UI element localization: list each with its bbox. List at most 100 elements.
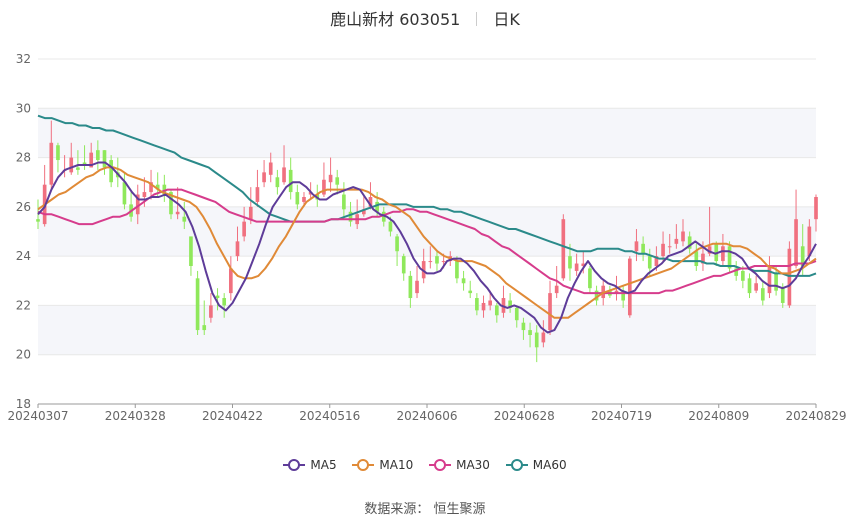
candle-body bbox=[195, 278, 200, 331]
candle-body bbox=[574, 263, 579, 271]
candle-body bbox=[468, 290, 473, 294]
candle-body bbox=[342, 194, 346, 210]
candle-body bbox=[780, 288, 785, 303]
candle-body bbox=[182, 216, 187, 222]
candle bbox=[328, 157, 333, 193]
candle bbox=[229, 256, 233, 301]
candle-body bbox=[747, 278, 752, 294]
x-tick-label: 20240809 bbox=[688, 409, 749, 423]
y-tick-label: 28 bbox=[16, 151, 31, 165]
candle-body bbox=[461, 278, 466, 284]
candle-body bbox=[435, 256, 439, 264]
candle bbox=[195, 270, 200, 335]
candle-body bbox=[741, 270, 745, 281]
legend-label-ma30: MA30 bbox=[456, 458, 490, 472]
candle-body bbox=[328, 174, 333, 183]
candle-body bbox=[215, 295, 220, 299]
candle bbox=[621, 285, 625, 308]
candle-body bbox=[548, 293, 552, 331]
candle-body bbox=[395, 236, 399, 252]
candle bbox=[461, 270, 466, 291]
kline-chart[interactable]: 1820222426283032 20240307 20240328 2024042… bbox=[0, 0, 850, 450]
legend-item-ma5[interactable]: MA5 bbox=[283, 458, 337, 472]
candle-body bbox=[401, 256, 406, 274]
legend-label-ma10: MA10 bbox=[379, 458, 414, 472]
candle bbox=[275, 169, 280, 195]
candle bbox=[189, 236, 193, 276]
candle-body bbox=[235, 241, 240, 257]
legend-marker-ma60 bbox=[505, 459, 528, 471]
candle-body bbox=[667, 246, 672, 248]
candle bbox=[56, 142, 60, 173]
candle-body bbox=[661, 243, 665, 257]
candle bbox=[408, 270, 413, 308]
candle-body bbox=[794, 219, 798, 266]
candle-body bbox=[56, 145, 60, 161]
candle-body bbox=[455, 261, 459, 279]
candle-body bbox=[175, 211, 180, 215]
candle bbox=[255, 169, 260, 207]
candle-body bbox=[262, 172, 266, 183]
grid-band bbox=[38, 108, 816, 158]
candle-body bbox=[814, 197, 818, 220]
candle bbox=[415, 266, 419, 299]
y-tick-label: 22 bbox=[16, 298, 31, 312]
candle bbox=[574, 253, 579, 276]
candle-body bbox=[109, 160, 113, 183]
legend-item-ma10[interactable]: MA10 bbox=[352, 458, 413, 472]
candle-body bbox=[209, 305, 213, 318]
candle-body bbox=[408, 275, 413, 299]
candle-body bbox=[36, 219, 40, 222]
candle-body bbox=[69, 157, 74, 173]
candle bbox=[162, 174, 167, 202]
candle-body bbox=[568, 256, 572, 269]
candle-body bbox=[554, 285, 559, 294]
candle bbox=[401, 253, 406, 281]
legend-label-ma5: MA5 bbox=[310, 458, 337, 472]
candle-body bbox=[49, 142, 54, 185]
candle bbox=[335, 169, 340, 195]
y-tick-label: 24 bbox=[16, 249, 31, 263]
candle-body bbox=[641, 243, 645, 254]
candle-body bbox=[634, 241, 639, 252]
candle-body bbox=[787, 248, 792, 306]
legend-item-ma30[interactable]: MA30 bbox=[429, 458, 490, 472]
candle-body bbox=[268, 162, 273, 175]
candle-body bbox=[475, 298, 479, 311]
candle-body bbox=[255, 187, 260, 202]
candle bbox=[122, 172, 127, 210]
candle bbox=[109, 155, 113, 188]
candle bbox=[295, 184, 300, 210]
legend: MA5 MA10 MA30 MA60 bbox=[0, 458, 850, 474]
candle bbox=[760, 280, 765, 306]
candle bbox=[468, 280, 473, 299]
candle-body bbox=[222, 298, 227, 306]
x-axis: 20240307 20240328 20240422 20240516 20240606… bbox=[7, 403, 847, 423]
x-tick-label: 20240422 bbox=[202, 409, 263, 423]
candle bbox=[754, 275, 758, 294]
candle-body bbox=[302, 197, 306, 202]
candle-body bbox=[102, 150, 107, 168]
candle-body bbox=[481, 302, 486, 311]
candle-body bbox=[674, 238, 679, 244]
y-tick-label: 20 bbox=[16, 348, 31, 362]
candle-body bbox=[627, 258, 632, 316]
y-axis: 1820222426283032 bbox=[16, 52, 31, 411]
candle-body bbox=[96, 150, 100, 161]
candle-body bbox=[521, 322, 526, 331]
candle bbox=[627, 256, 632, 318]
candle bbox=[62, 155, 67, 178]
candle-body bbox=[122, 182, 127, 205]
x-tick-label: 20240628 bbox=[494, 409, 555, 423]
candle-body bbox=[721, 246, 725, 262]
y-tick-label: 26 bbox=[16, 200, 31, 214]
x-tick-label: 20240516 bbox=[299, 409, 360, 423]
legend-item-ma60[interactable]: MA60 bbox=[505, 458, 567, 472]
x-tick-label: 20240307 bbox=[7, 409, 68, 423]
legend-marker-ma30 bbox=[429, 459, 452, 471]
candle-body bbox=[647, 256, 652, 269]
candle-body bbox=[760, 288, 765, 301]
candle bbox=[288, 157, 293, 200]
candle-body bbox=[415, 280, 419, 294]
candle-body bbox=[681, 231, 685, 242]
